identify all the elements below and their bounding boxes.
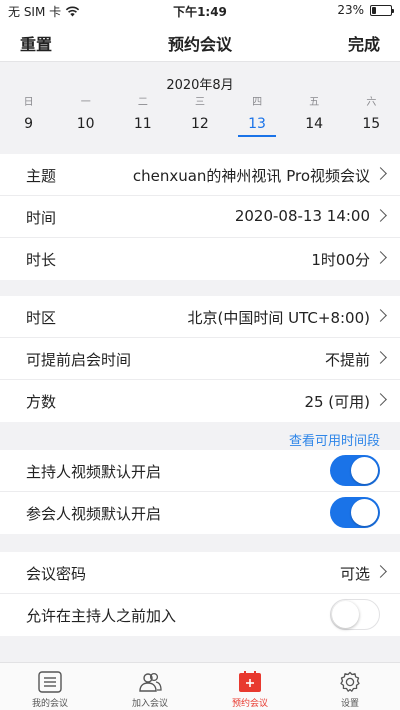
host-video-label: 主持人视频默认开启 [26, 463, 162, 481]
nav-bar: 重置 预约会议 完成 [0, 22, 400, 62]
calendar-date: 15 [362, 116, 381, 132]
calendar-date: 12 [191, 116, 209, 132]
join-before-host-row: 允许在主持人之前加入 [0, 594, 400, 636]
done-button[interactable]: 完成 [348, 31, 380, 55]
time-label: 时间 [26, 209, 57, 227]
calendar-day[interactable]: 一 10 [57, 96, 114, 137]
people-icon [139, 672, 162, 692]
toggle-knob [351, 499, 378, 526]
timezone-label: 时区 [26, 309, 57, 327]
battery-fill [372, 6, 376, 14]
page-title: 预约会议 [167, 35, 232, 54]
calendar-month: 2020年8月 [166, 78, 234, 93]
calendar-day[interactable]: 三 12 [171, 96, 228, 137]
chevron-right-icon [374, 309, 387, 322]
topic-value: chenxuan的神州视讯 Pro视频会议 [132, 167, 370, 185]
chevron-right-icon [374, 209, 387, 222]
calendar-weekday: 六 [366, 97, 377, 108]
tab-join-meeting[interactable]: 加入会议 [100, 663, 200, 710]
reset-button[interactable]: 重置 [20, 31, 52, 55]
calendar-days: 日 9 一 10 二 11 三 12 四 13 五 14 六 15 [0, 96, 400, 137]
chevron-right-icon [374, 565, 387, 578]
early-start-label: 可提前启会时间 [26, 351, 132, 369]
join-before-host-toggle[interactable] [330, 599, 380, 630]
chevron-right-icon [374, 251, 387, 264]
calendar-date: 10 [76, 116, 95, 132]
chevron-right-icon [374, 393, 387, 406]
meeting-details-group: 主题 chenxuan的神州视讯 Pro视频会议 时间 2020-08-13 1… [0, 154, 400, 280]
time-value: 2020-08-13 14:00 [234, 207, 370, 225]
toggle-knob [332, 601, 359, 628]
chevron-right-icon [374, 167, 387, 180]
participant-video-label: 参会人视频默认开启 [26, 505, 162, 523]
view-available-times-link[interactable]: 查看可用时间段 [289, 430, 380, 449]
calendar-weekday: 日 [23, 97, 34, 108]
host-video-toggle[interactable] [330, 455, 380, 486]
timezone-value: 北京(中国时间 UTC+8:00) [187, 309, 370, 327]
calendar-day[interactable]: 日9 [0, 96, 57, 137]
time-row[interactable]: 时间 2020-08-13 14:00 [0, 196, 400, 238]
calendar-weekday: 四 [252, 97, 263, 108]
list-icon [38, 671, 62, 693]
tab-bar: 我的会议 加入会议 预约会议 设置 [0, 662, 400, 710]
participant-video-toggle[interactable] [330, 497, 380, 528]
battery-percent: 23% [337, 3, 364, 17]
selected-day-indicator [238, 135, 277, 137]
toggle-knob [351, 457, 378, 484]
calendar-weekday: 五 [309, 97, 320, 108]
security-settings-group: 会议密码 可选 允许在主持人之前加入 [0, 552, 400, 636]
topic-label: 主题 [26, 167, 57, 185]
calendar-weekday: 三 [194, 97, 205, 108]
duration-label: 时长 [26, 251, 57, 269]
tab-schedule-meeting[interactable]: 预约会议 [200, 663, 300, 710]
host-video-row: 主持人视频默认开启 [0, 450, 400, 492]
tab-label: 设置 [340, 699, 359, 709]
battery-icon [370, 4, 394, 16]
status-right: 23% [337, 3, 394, 17]
chevron-right-icon [374, 351, 387, 364]
status-bar: 无 SIM 卡 下午1:49 23% [0, 0, 400, 22]
tab-settings[interactable]: 设置 [300, 663, 400, 710]
meeting-settings-group: 时区 北京(中国时间 UTC+8:00) 可提前启会时间 不提前 方数 25 (… [0, 296, 400, 422]
video-settings-group: 主持人视频默认开启 参会人视频默认开启 [0, 450, 400, 534]
password-label: 会议密码 [26, 565, 87, 583]
calendar-weekday: 一 [80, 97, 91, 108]
calendar-day[interactable]: 二 11 [114, 96, 171, 137]
parties-value: 25 (可用) [304, 393, 370, 411]
topic-row[interactable]: 主题 chenxuan的神州视讯 Pro视频会议 [0, 154, 400, 196]
tab-my-meetings[interactable]: 我的会议 [0, 663, 100, 710]
calendar-day[interactable]: 五 14 [286, 96, 343, 137]
tab-label: 加入会议 [131, 699, 168, 709]
early-start-row[interactable]: 可提前启会时间 不提前 [0, 338, 400, 380]
password-row[interactable]: 会议密码 可选 [0, 552, 400, 594]
calendar-date: 11 [133, 116, 152, 132]
calendar-plus-icon [239, 671, 261, 692]
tab-label: 我的会议 [31, 699, 68, 709]
participant-video-row: 参会人视频默认开启 [0, 492, 400, 534]
calendar-date: 14 [305, 116, 324, 132]
join-before-host-label: 允许在主持人之前加入 [26, 607, 177, 625]
calendar-weekday: 二 [137, 97, 148, 108]
gear-icon [340, 671, 360, 692]
tab-label: 预约会议 [231, 699, 268, 709]
duration-value: 1时00分 [311, 251, 370, 269]
parties-label: 方数 [26, 393, 57, 411]
calendar-date: 9 [24, 116, 34, 132]
week-calendar: 2020年8月 日 9 一 10 二 11 三 12 四 13 五 14 六 15 [0, 62, 400, 139]
calendar-day[interactable]: 四 13 [229, 96, 286, 137]
early-start-value: 不提前 [324, 351, 370, 369]
password-value: 可选 [339, 565, 370, 583]
parties-row[interactable]: 方数 25 (可用) [0, 380, 400, 422]
timezone-row[interactable]: 时区 北京(中国时间 UTC+8:00) [0, 296, 400, 338]
calendar-day[interactable]: 六 15 [343, 96, 400, 137]
calendar-date: 13 [248, 116, 266, 132]
duration-row[interactable]: 时长 1时00分 [0, 238, 400, 280]
